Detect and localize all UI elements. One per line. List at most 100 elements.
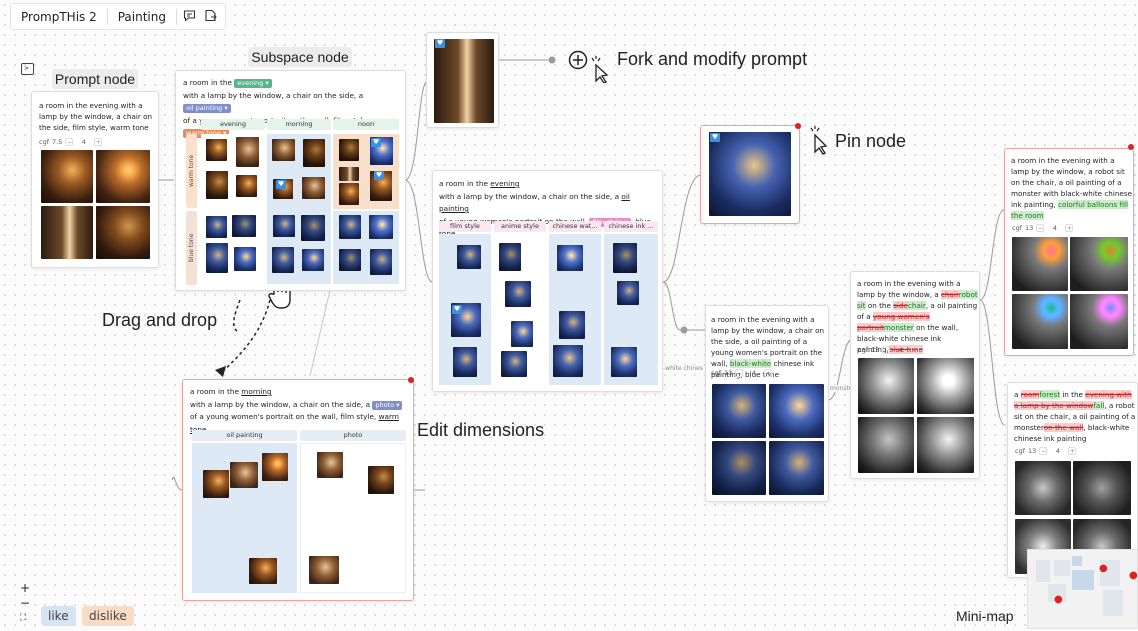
thumbnail[interactable] — [232, 215, 256, 237]
subspace-prompt[interactable]: a room in the evening ▾ with a lamp by t… — [183, 77, 403, 140]
cfg-value[interactable]: 13 — [871, 345, 879, 355]
thumbnail[interactable] — [302, 249, 324, 271]
column-header[interactable]: morning — [267, 119, 331, 130]
image-count[interactable]: 4 — [1047, 223, 1062, 233]
prompt-node-balloons[interactable]: a room in the evening with a lamp by the… — [1004, 148, 1134, 356]
thumbnail[interactable] — [370, 249, 392, 275]
increment-button[interactable]: + — [94, 138, 103, 146]
thumbnail[interactable] — [234, 247, 256, 271]
generated-image[interactable] — [917, 358, 974, 414]
thumbnail[interactable] — [501, 351, 527, 377]
decrement-button[interactable]: − — [65, 138, 74, 146]
cfg-value[interactable]: 7.5 — [52, 137, 62, 147]
image-count[interactable]: 4 — [746, 368, 761, 378]
thumbnail[interactable] — [206, 139, 227, 161]
thumbnail[interactable] — [505, 281, 531, 307]
zoom-out-button[interactable]: − — [20, 596, 30, 611]
subspace-node-morning[interactable]: a room in the morning with a lamp by the… — [182, 379, 414, 601]
like-heart-icon[interactable]: ♥ — [276, 180, 286, 189]
thumbnail[interactable] — [203, 470, 229, 498]
decrement-button[interactable]: − — [1036, 224, 1045, 232]
decrement-button[interactable]: − — [1039, 447, 1048, 455]
column-header[interactable]: anime style — [494, 221, 546, 232]
generated-image[interactable] — [769, 384, 824, 438]
thumbnail[interactable] — [262, 453, 288, 481]
zoom-in-button[interactable]: + — [20, 581, 30, 596]
thumbnail[interactable] — [249, 558, 277, 584]
project-name[interactable]: Painting — [108, 10, 176, 24]
thumbnail[interactable] — [272, 139, 295, 161]
pin-indicator-icon[interactable] — [795, 123, 801, 129]
generated-image[interactable] — [1070, 294, 1128, 349]
column-header[interactable]: evening — [201, 119, 265, 130]
like-heart-icon[interactable]: ♥ — [374, 171, 384, 180]
generated-image[interactable] — [917, 417, 974, 473]
thumbnail[interactable] — [309, 556, 339, 584]
dimension-chip-oil-painting[interactable]: oil painting ▾ — [183, 104, 231, 113]
thumbnail[interactable] — [553, 345, 583, 377]
cfg-value[interactable]: 13 — [1025, 223, 1033, 233]
pin-indicator-icon[interactable] — [408, 377, 414, 383]
thumbnail[interactable] — [317, 452, 343, 478]
pin-indicator-icon[interactable] — [1128, 144, 1134, 150]
row-header[interactable]: warm tone — [186, 134, 197, 208]
thumbnail[interactable] — [301, 215, 325, 241]
thumbnail[interactable] — [272, 247, 294, 273]
dimension-chip-photo[interactable]: photo ▾ — [372, 400, 403, 410]
thumbnail[interactable] — [206, 216, 227, 238]
column-header[interactable]: chinese wat... — [549, 221, 601, 232]
generated-image[interactable] — [1070, 237, 1128, 291]
thumbnail[interactable] — [273, 215, 295, 237]
generated-image[interactable] — [709, 132, 791, 216]
subspace-prompt[interactable]: a room in the morning with a lamp by the… — [190, 386, 412, 436]
generated-image[interactable] — [858, 358, 914, 414]
thumbnail[interactable] — [499, 243, 521, 271]
like-heart-icon[interactable]: ♥ — [371, 138, 381, 147]
thumbnail[interactable] — [236, 175, 257, 197]
generated-image[interactable] — [434, 39, 494, 123]
thumbnail[interactable] — [453, 347, 477, 377]
prompt-text[interactable]: a room in the evening with a lamp by the… — [1011, 155, 1133, 221]
generated-image[interactable] — [1073, 461, 1131, 515]
image-count[interactable]: 4 — [1050, 446, 1065, 456]
row-header[interactable]: blue tone — [186, 211, 197, 285]
image-count[interactable]: 4 — [76, 137, 91, 147]
generated-image[interactable] — [41, 150, 93, 203]
cfg-value[interactable]: 13 — [724, 368, 732, 378]
prompt-text[interactable]: a roomforest in the evening with a lamp … — [1014, 389, 1138, 444]
image-count[interactable]: 4 — [893, 345, 908, 355]
thumbnail[interactable] — [511, 321, 533, 347]
image-node-forked[interactable]: ♥ — [426, 32, 499, 128]
increment-button[interactable]: + — [1065, 224, 1074, 232]
thumbnail[interactable] — [236, 137, 259, 167]
generated-image[interactable] — [1012, 294, 1068, 349]
thumbnail[interactable] — [559, 311, 585, 339]
thumbnail[interactable] — [339, 215, 361, 239]
thumbnail[interactable] — [617, 281, 639, 305]
thumbnail[interactable] — [206, 171, 228, 199]
generated-image[interactable] — [712, 441, 766, 495]
thumbnail[interactable] — [339, 249, 361, 271]
thumbnail[interactable] — [457, 245, 481, 269]
export-icon[interactable] — [202, 9, 225, 25]
thumbnail[interactable] — [303, 139, 325, 167]
thumbnail[interactable] — [368, 466, 394, 494]
prompt-text[interactable]: a room in the evening with a lamp by the… — [857, 278, 978, 355]
thumbnail[interactable] — [339, 139, 359, 161]
thumbnail[interactable] — [611, 347, 637, 377]
generated-image[interactable] — [96, 206, 150, 259]
generated-image[interactable] — [858, 417, 914, 473]
thumbnail[interactable] — [206, 243, 228, 273]
dimension-chip-evening[interactable]: evening ▾ — [234, 79, 272, 88]
like-heart-icon[interactable]: ♥ — [435, 39, 445, 48]
column-header[interactable]: photo — [300, 430, 406, 441]
decrement-button[interactable]: − — [882, 346, 891, 354]
generated-image[interactable] — [41, 206, 93, 259]
thumbnail[interactable] — [369, 215, 393, 239]
terminal-icon[interactable]: > — [21, 63, 34, 75]
fit-view-button[interactable]: ⛶ — [20, 611, 30, 626]
thumbnail[interactable] — [339, 183, 359, 205]
subspace-node-time-tone[interactable]: a room in the evening ▾ with a lamp by t… — [175, 70, 406, 291]
column-header[interactable]: noon — [333, 119, 399, 130]
thumbnail[interactable] — [339, 167, 359, 181]
